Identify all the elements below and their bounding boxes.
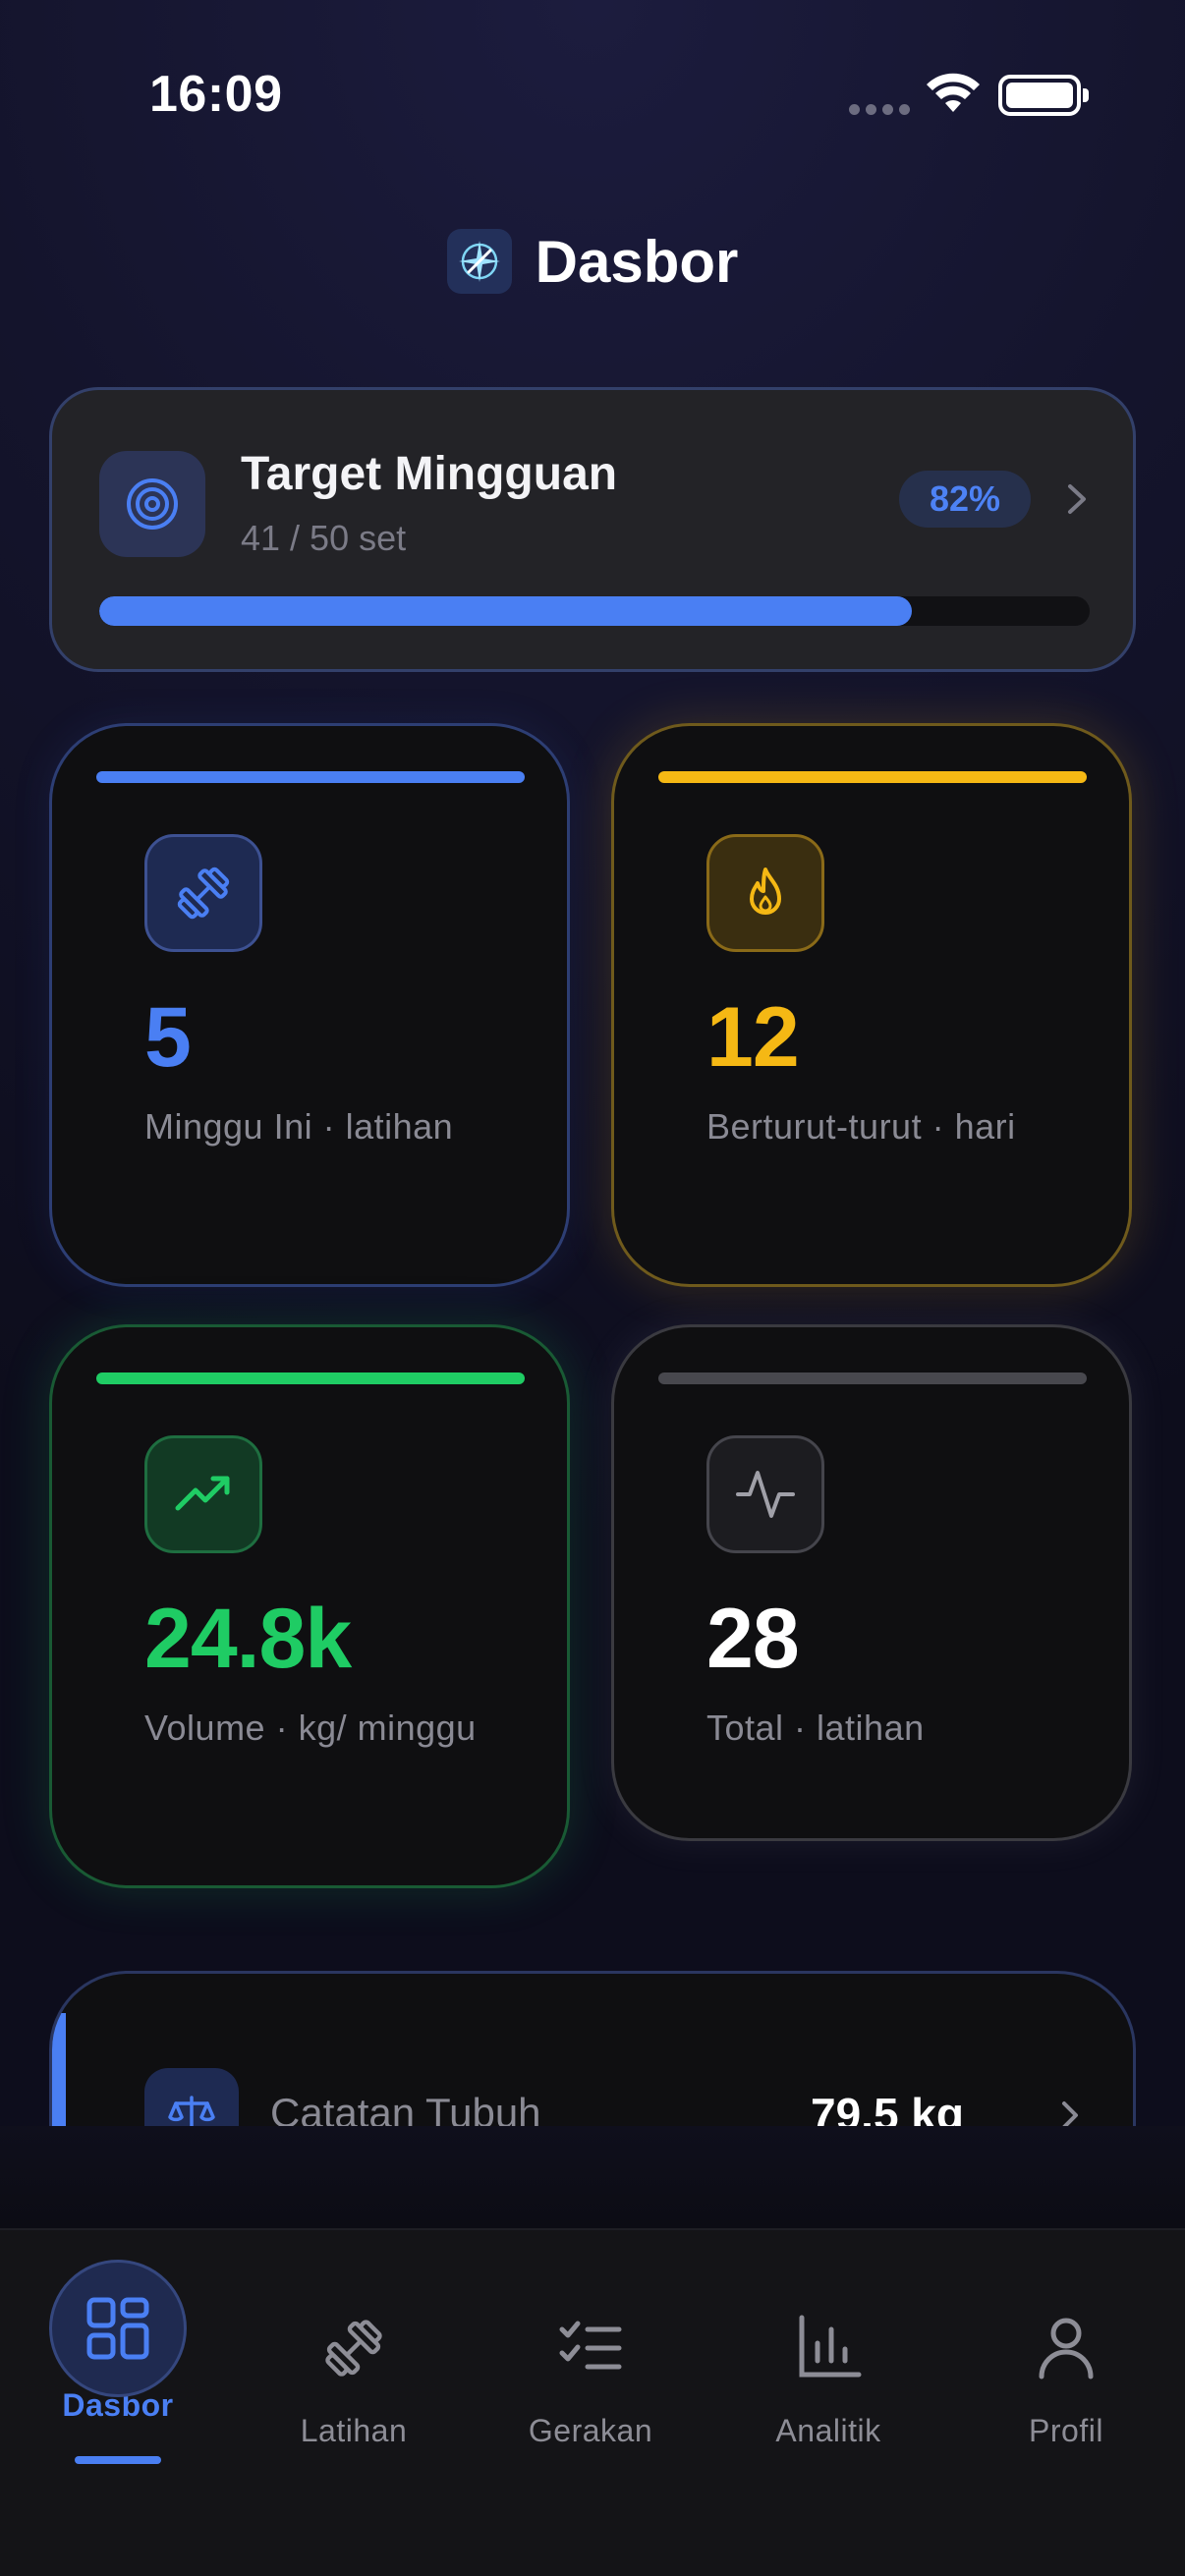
- tab-workout[interactable]: Latihan: [255, 2230, 452, 2486]
- stat-card-this-week[interactable]: 5 Minggu Ini · latihan: [49, 723, 570, 1287]
- tab-label: Gerakan: [528, 2413, 653, 2448]
- compass-icon: [446, 229, 512, 294]
- target-progress-fill: [99, 596, 912, 626]
- page-title: Dasbor: [535, 228, 739, 295]
- status-bar: 16:09: [0, 0, 1185, 196]
- card-accent: [96, 1372, 525, 1384]
- body-record-label: Catatan Tubuh: [270, 2090, 541, 2128]
- bar-chart-icon: [789, 2309, 868, 2387]
- target-icon: [99, 451, 205, 557]
- target-progress-bar: [99, 596, 1090, 626]
- flame-icon: [706, 834, 824, 952]
- target-progress-text: 41 / 50 set: [241, 518, 407, 558]
- tab-dashboard[interactable]: Dasbor: [20, 2230, 216, 2486]
- status-time: 16:09: [149, 66, 283, 123]
- scale-icon: [144, 2068, 239, 2128]
- page-header: Dasbor: [0, 222, 1185, 301]
- stat-card-total[interactable]: 28 Total · latihan: [611, 1324, 1132, 1841]
- tab-label: Analitik: [775, 2413, 881, 2448]
- scroll-fade: [0, 2126, 1185, 2228]
- card-accent: [658, 1372, 1087, 1384]
- activity-icon: [706, 1435, 824, 1553]
- stat-label: Berturut-turut · hari: [706, 1106, 1016, 1147]
- trending-up-icon: [144, 1435, 262, 1553]
- tab-analytics[interactable]: Analitik: [730, 2230, 927, 2486]
- body-record-card[interactable]: Catatan Tubuh 79.5 kg: [49, 1971, 1136, 2128]
- target-title: Target Mingguan: [241, 448, 618, 500]
- dumbbell-icon: [314, 2309, 393, 2387]
- chevron-right-icon: [1068, 484, 1086, 514]
- stat-card-streak[interactable]: 12 Berturut-turut · hari: [611, 723, 1132, 1287]
- card-accent: [658, 771, 1087, 783]
- stat-label: Minggu Ini · latihan: [144, 1106, 454, 1147]
- stat-card-volume[interactable]: 24.8k Volume · kg/ minggu: [49, 1324, 570, 1888]
- stat-label: Total · latihan: [706, 1708, 925, 1748]
- stat-value: 28: [706, 1592, 800, 1686]
- tab-bar: Dasbor Latihan Gerakan Analitik Profil: [0, 2228, 1185, 2576]
- target-percent-badge: 82%: [899, 471, 1031, 528]
- stat-label: Volume · kg/ minggu: [144, 1708, 477, 1748]
- stat-value: 24.8k: [144, 1592, 352, 1686]
- card-accent: [96, 771, 525, 783]
- battery-icon: [998, 75, 1089, 116]
- tab-profile[interactable]: Profil: [968, 2230, 1164, 2486]
- weekly-target-card[interactable]: Target Mingguan 41 / 50 set 82%: [49, 387, 1136, 672]
- stat-value: 12: [706, 990, 800, 1085]
- body-record-value: 79.5 kg: [811, 2089, 964, 2128]
- stat-value: 5: [144, 990, 192, 1085]
- user-icon: [1027, 2309, 1105, 2387]
- dashboard-icon: [79, 2289, 157, 2368]
- wifi-icon: [927, 73, 980, 112]
- tab-underline: [75, 2456, 161, 2464]
- dumbbell-icon: [144, 834, 262, 952]
- signal-icon: [849, 104, 910, 116]
- checklist-icon: [551, 2309, 630, 2387]
- chevron-right-icon: [1062, 2101, 1078, 2128]
- tab-label: Profil: [1029, 2413, 1103, 2448]
- tab-exercises[interactable]: Gerakan: [492, 2230, 689, 2486]
- card-accent: [52, 2013, 66, 2128]
- tab-label: Latihan: [300, 2413, 408, 2448]
